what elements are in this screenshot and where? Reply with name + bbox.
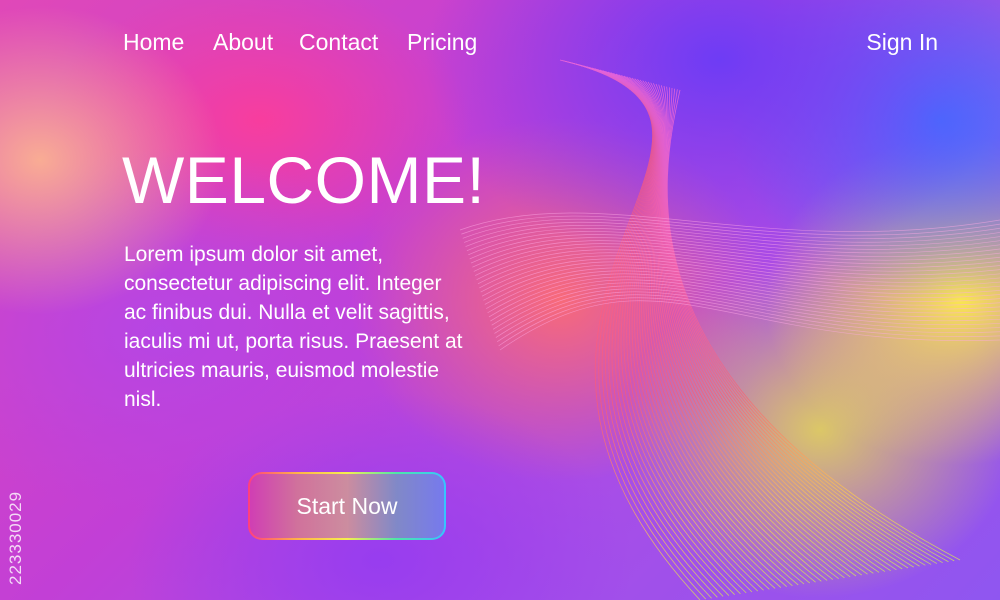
hero-title: WELCOME! <box>122 143 486 217</box>
stock-image-id: 223330029 <box>6 490 25 585</box>
sign-in-link[interactable]: Sign In <box>866 28 938 56</box>
nav-home-link[interactable]: Home <box>123 28 184 56</box>
nav-pricing-link[interactable]: Pricing <box>407 28 477 56</box>
start-now-button-label: Start Now <box>296 492 398 519</box>
nav-contact-link[interactable]: Contact <box>299 28 378 56</box>
hero-description: Lorem ipsum dolor sit amet, consectetur … <box>124 243 463 411</box>
nav-about-link[interactable]: About <box>213 28 273 56</box>
start-now-button[interactable]: Start Now <box>248 472 446 540</box>
